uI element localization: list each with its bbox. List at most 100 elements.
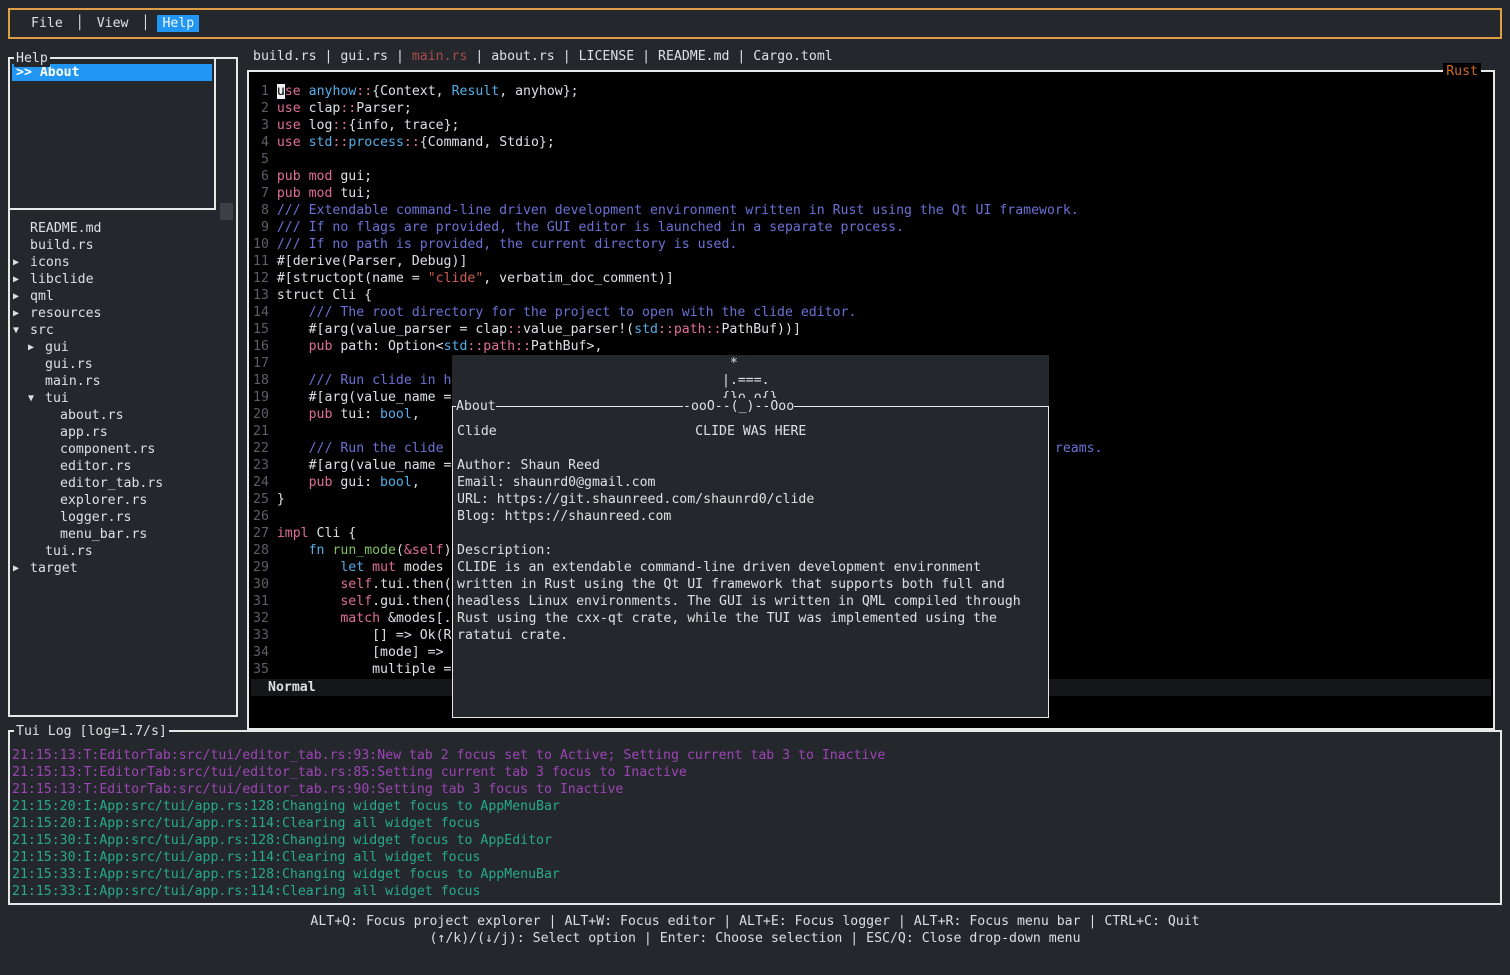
code-line-4[interactable]: 4 use std::process::{Command, Stdio}; <box>249 134 1493 151</box>
explorer-item-app-rs[interactable]: app.rs <box>10 424 236 441</box>
line-number: 28 <box>253 543 277 558</box>
explorer-item-label: build.rs <box>30 237 94 254</box>
explorer-item-main-rs[interactable]: main.rs <box>10 373 236 390</box>
explorer-scrollbar-thumb[interactable] <box>220 203 233 220</box>
log-entry: 21:15:33:I:App:src/tui/app.rs:114:Cleari… <box>12 883 1498 900</box>
tab-separator: | <box>388 49 412 64</box>
explorer-item-gui-rs[interactable]: gui.rs <box>10 356 236 373</box>
explorer-item-component-rs[interactable]: component.rs <box>10 441 236 458</box>
code-line-1[interactable]: 1 use anyhow::{Context, Result, anyhow}; <box>249 83 1493 100</box>
chevron-collapsed-icon: ▶ <box>13 305 19 322</box>
line-number: 14 <box>253 305 277 320</box>
code-line-3[interactable]: 3 use log::{info, trace}; <box>249 117 1493 134</box>
line-number: 33 <box>253 628 277 643</box>
code-line-12[interactable]: 12 #[structopt(name = "clide", verbatim_… <box>249 270 1493 287</box>
code-token: /// Extendable command-line driven devel… <box>277 203 1079 218</box>
code-token: , anyhow}; <box>499 84 578 99</box>
explorer-item-build-rs[interactable]: build.rs <box>10 237 236 254</box>
app-window: File│View│Help README.mdbuild.rs▶icons▶l… <box>0 0 1510 975</box>
chevron-collapsed-icon: ▶ <box>13 254 19 271</box>
menu-item-file[interactable]: File <box>26 15 68 32</box>
editor-tab-bar[interactable]: build.rs | gui.rs | main.rs | about.rs |… <box>253 48 833 65</box>
explorer-item-resources[interactable]: ▶ resources <box>10 305 236 322</box>
editor-tab-main-rs[interactable]: main.rs <box>412 49 468 64</box>
explorer-item-about-rs[interactable]: about.rs <box>10 407 236 424</box>
code-token <box>277 594 341 609</box>
tui-log-panel[interactable]: Tui Log [log=1.7/s] 21:15:13:T:EditorTab… <box>8 730 1502 905</box>
editor-tab-license[interactable]: LICENSE <box>579 49 635 64</box>
code-token: pub <box>277 475 333 490</box>
editor-tab-readme-md[interactable]: README.md <box>658 49 729 64</box>
code-line-10[interactable]: 10 /// If no path is provided, the curre… <box>249 236 1493 253</box>
explorer-item-qml[interactable]: ▶qml <box>10 288 236 305</box>
menu-item-view[interactable]: View <box>92 15 134 32</box>
explorer-item-editor-tab-rs[interactable]: editor_tab.rs <box>10 475 236 492</box>
code-token: match <box>340 611 380 626</box>
file-tree: README.mdbuild.rs▶icons▶libclide▶qml▶res… <box>10 220 236 577</box>
code-token: /// Run clide in h <box>277 373 452 388</box>
line-number: 30 <box>253 577 277 592</box>
code-token: .gui.then( <box>372 594 451 609</box>
explorer-item-explorer-rs[interactable]: explorer.rs <box>10 492 236 509</box>
code-line-14[interactable]: 14 /// The root directory for the projec… <box>249 304 1493 321</box>
code-token: use <box>277 101 301 116</box>
code-token: path: Option< <box>332 339 443 354</box>
line-number: 24 <box>253 475 277 490</box>
code-line-6[interactable]: 6 pub mod gui; <box>249 168 1493 185</box>
line-number: 29 <box>253 560 277 575</box>
menu-item-help[interactable]: Help <box>157 15 199 32</box>
code-token: self <box>340 577 372 592</box>
code-line-8[interactable]: 8 /// Extendable command-line driven dev… <box>249 202 1493 219</box>
code-token: :: <box>332 118 348 133</box>
line-number: 21 <box>253 424 277 439</box>
code-token: #[arg(value_parser = clap <box>277 322 507 337</box>
line-number: 11 <box>253 254 277 269</box>
chevron-collapsed-icon: ▶ <box>28 339 34 356</box>
explorer-item-label: README.md <box>30 220 101 237</box>
code-token: #[derive(Parser, Debug)] <box>277 254 468 269</box>
code-token: fn <box>309 543 325 558</box>
line-number: 34 <box>253 645 277 660</box>
line-number: 35 <box>253 662 277 677</box>
editor-tab-cargo-toml[interactable]: Cargo.toml <box>753 49 832 64</box>
code-token: #[structopt(name = <box>277 271 428 286</box>
code-line-11[interactable]: 11 #[derive(Parser, Debug)] <box>249 253 1493 270</box>
code-line-15[interactable]: 15 #[arg(value_parser = clap::value_pars… <box>249 321 1493 338</box>
explorer-item-tui[interactable]: ▼tui <box>10 390 236 407</box>
explorer-item-label: qml <box>30 288 54 305</box>
code-token: Parser; <box>356 101 412 116</box>
editor-tab-build-rs[interactable]: build.rs <box>253 49 317 64</box>
code-token: :: <box>507 322 523 337</box>
explorer-item-label: main.rs <box>45 373 101 390</box>
code-line-5[interactable]: 5 <box>249 151 1493 168</box>
code-token: PathBuf))] <box>721 322 800 337</box>
editor-tab-gui-rs[interactable]: gui.rs <box>340 49 388 64</box>
code-line-9[interactable]: 9 /// If no flags are provided, the GUI … <box>249 219 1493 236</box>
explorer-item-src[interactable]: ▼src <box>10 322 236 339</box>
explorer-item-editor-rs[interactable]: editor.rs <box>10 458 236 475</box>
code-token: {Command, Stdio}; <box>420 135 555 150</box>
log-entry: 21:15:33:I:App:src/tui/app.rs:128:Changi… <box>12 866 1498 883</box>
code-token: /// The root directory for the project t… <box>277 305 857 320</box>
explorer-item-tui-rs[interactable]: tui.rs <box>10 543 236 560</box>
code-token: Result <box>452 84 500 99</box>
cursor-block: u <box>277 84 285 99</box>
code-line-7[interactable]: 7 pub mod tui; <box>249 185 1493 202</box>
explorer-item-label: explorer.rs <box>60 492 147 509</box>
menu-bar[interactable]: File│View│Help <box>8 8 1502 39</box>
code-line-16[interactable]: 16 pub path: Option<std::path::PathBuf>, <box>249 338 1493 355</box>
explorer-item-label: resources <box>30 305 101 322</box>
explorer-item-gui[interactable]: ▶ gui <box>10 339 236 356</box>
code-line-13[interactable]: 13 struct Cli { <box>249 287 1493 304</box>
explorer-item-target[interactable]: ▶target <box>10 560 236 577</box>
explorer-item-readme-md[interactable]: README.md <box>10 220 236 237</box>
editor-tab-about-rs[interactable]: about.rs <box>491 49 555 64</box>
explorer-item-icons[interactable]: ▶icons <box>10 254 236 271</box>
explorer-item-libclide[interactable]: ▶libclide <box>10 271 236 288</box>
about-popup-body: Clide CLIDE WAS HERE Author: Shaun Reed … <box>457 423 1021 644</box>
code-line-2[interactable]: 2 use clap::Parser; <box>249 100 1493 117</box>
explorer-item-logger-rs[interactable]: logger.rs <box>10 509 236 526</box>
explorer-item-menu-bar-rs[interactable]: menu_bar.rs <box>10 526 236 543</box>
log-entry: 21:15:30:I:App:src/tui/app.rs:128:Changi… <box>12 832 1498 849</box>
explorer-item-label: gui <box>45 339 69 356</box>
